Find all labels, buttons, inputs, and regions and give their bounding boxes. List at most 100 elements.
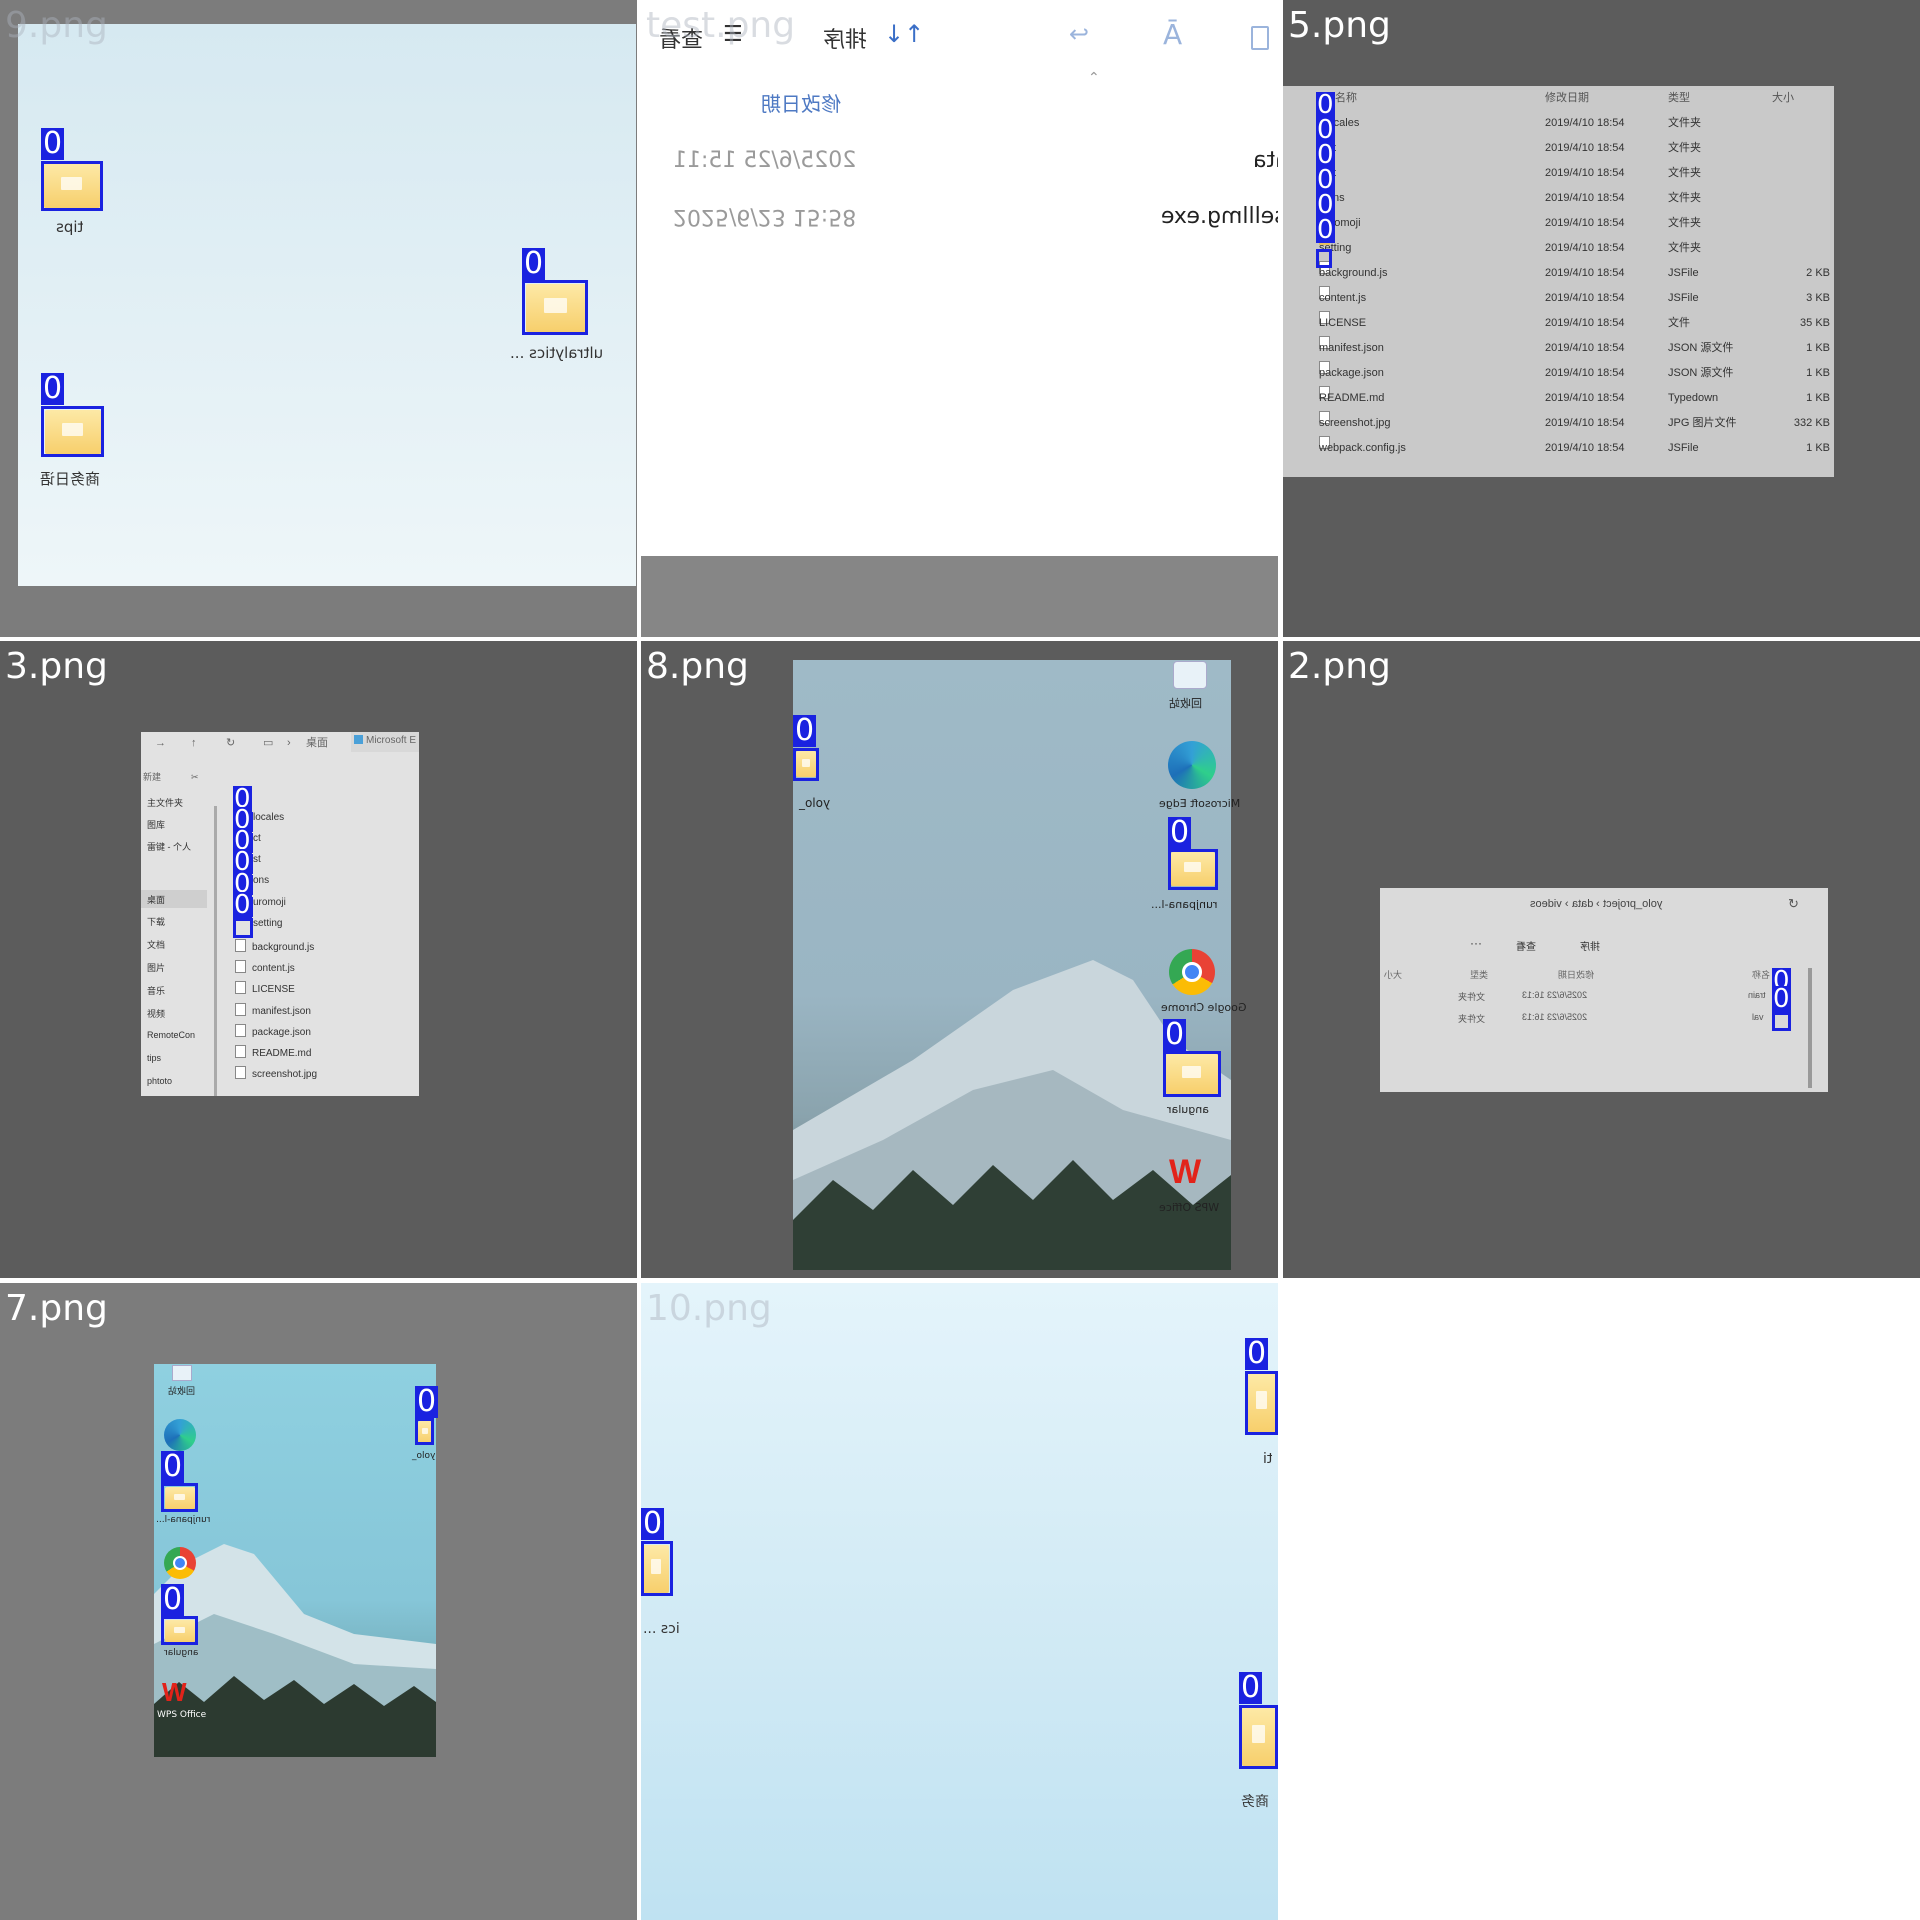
sidebar-item[interactable]: 主文件夹 — [147, 796, 183, 809]
file-size: 332 KB — [1793, 417, 1830, 429]
class-label: 0 — [793, 713, 817, 748]
list-item[interactable]: LICENSE — [235, 981, 295, 995]
chrome-icon[interactable] — [164, 1547, 196, 1579]
sidebar-item[interactable]: 文档 — [147, 938, 165, 951]
column-header-date[interactable]: 修改日期 — [1558, 968, 1594, 981]
file-name: screenshot.jpg — [1319, 417, 1391, 429]
recycle-bin-icon[interactable] — [1173, 661, 1207, 689]
table-row[interactable]: dict2019/4/10 18:54文件夹 — [1283, 136, 1834, 161]
class-label: 0 — [1163, 1017, 1187, 1052]
list-item[interactable]: ons — [253, 875, 269, 886]
table-row[interactable]: package.json 2019/4/10 18:54 JSON 源文件 1 KB — [1283, 361, 1834, 386]
table-row[interactable]: setting 2019/4/10 18:54 文件夹 — [1283, 236, 1834, 261]
detection-box — [1772, 1012, 1791, 1031]
file-type: Typedown — [1668, 392, 1719, 404]
column-header-type[interactable]: 类型 — [1668, 86, 1690, 111]
sidebar-item[interactable]: 音乐 — [147, 984, 165, 997]
sidebar-item[interactable]: 下载 — [147, 915, 165, 928]
table-row[interactable]: _locales 2019/4/10 18:54 文件夹 — [1283, 111, 1834, 136]
chrome-icon[interactable] — [1169, 949, 1215, 995]
list-item[interactable]: setting — [253, 918, 282, 929]
view-button[interactable]: 查看 — [1516, 938, 1536, 953]
table-row[interactable]: content.js 2019/4/10 18:54 JSFile 3 KB — [1283, 286, 1834, 311]
column-header-size[interactable]: 大小 — [1384, 968, 1402, 981]
list-item[interactable]: package.json — [235, 1024, 311, 1038]
column-header-size[interactable]: 大小 — [1772, 86, 1794, 111]
tile-label: test.png — [646, 5, 796, 46]
file-icon — [235, 1045, 246, 1058]
table-row[interactable]: 文件夹 2025/6/23 16:13 train — [1380, 990, 1800, 1008]
list-item[interactable]: st — [253, 854, 261, 865]
file-type: JSFile — [1668, 442, 1699, 454]
refresh-icon[interactable]: ↻ — [1788, 896, 1799, 912]
file-icon — [235, 1024, 246, 1037]
folder-label: yolo_ — [799, 796, 831, 810]
sidebar-item[interactable]: tips — [147, 1053, 161, 1063]
file-name: webpack.config.js — [1319, 442, 1406, 454]
table-row[interactable]: background.js 2019/4/10 18:54 JSFile 2 KB — [1283, 261, 1834, 286]
table-row[interactable]: dist2019/4/10 18:54文件夹 — [1283, 161, 1834, 186]
breadcrumb[interactable]: 桌面 — [306, 732, 328, 754]
column-header-date[interactable]: 修改日期 — [1545, 86, 1589, 111]
file-type: 文件夹 — [1668, 117, 1701, 129]
table-row[interactable]: kuromoji 2019/4/10 18:54 文件夹 — [1283, 211, 1834, 236]
list-item[interactable]: manifest.json — [235, 1003, 311, 1017]
sidebar-item[interactable]: 图库 — [147, 818, 165, 831]
sidebar-item[interactable]: 桌面 — [147, 893, 165, 906]
sidebar-item[interactable]: 雷键 - 个人 — [147, 840, 191, 853]
column-header-name[interactable]: 名称 — [1335, 86, 1357, 111]
list-item[interactable]: ct — [253, 833, 261, 844]
browser-tab[interactable]: Microsoft E — [351, 732, 419, 752]
edge-icon[interactable] — [1168, 741, 1216, 789]
detection-box — [161, 1483, 198, 1512]
wps-icon[interactable]: W — [1169, 1155, 1213, 1189]
file-date: 2019/4/10 18:54 — [1545, 242, 1625, 254]
sidebar-item[interactable]: 图片 — [147, 961, 165, 974]
more-button[interactable]: ··· — [1470, 936, 1482, 950]
list-item[interactable]: background.js — [235, 939, 314, 953]
list-item[interactable]: screenshot.jpg — [235, 1066, 317, 1080]
monitor-icon: ▭ — [263, 737, 274, 749]
cut-icon[interactable]: ✂ — [191, 768, 199, 786]
table-row[interactable]: screenshot.jpg 2019/4/10 18:54 JPG 图片文件 332… — [1283, 411, 1834, 436]
file-size: 1 KB — [1806, 367, 1830, 379]
column-header-date[interactable]: 修改日期 — [761, 88, 841, 117]
desktop-wallpaper — [793, 660, 1231, 1270]
row-name[interactable]: selllmg.exe — [1161, 204, 1278, 229]
share-icon[interactable]: ↩ — [1069, 20, 1089, 48]
column-header-type[interactable]: 类型 — [1470, 968, 1488, 981]
list-item[interactable]: uromoji — [253, 897, 286, 908]
table-row[interactable]: manifest.json 2019/4/10 18:54 JSON 源文件 1 KB — [1283, 336, 1834, 361]
new-button[interactable]: 新建 — [143, 768, 161, 786]
sidebar: 主文件夹 图库 雷键 - 个人 桌面 下载 文档 图片 音乐 视频 Remote… — [141, 792, 209, 1096]
sort-button[interactable]: 排序 — [823, 22, 867, 54]
table-row[interactable]: icons2019/4/10 18:54文件夹 — [1283, 186, 1834, 211]
refresh-icon[interactable]: ↻ — [226, 732, 235, 754]
scrollbar[interactable] — [1808, 968, 1812, 1088]
sort-button[interactable]: 排序 — [1580, 938, 1600, 953]
recycle-bin-icon[interactable] — [172, 1365, 192, 1381]
table-row[interactable]: 文件夹 2025/6/23 16:13 val — [1380, 1012, 1800, 1030]
up-icon[interactable]: ↑ — [191, 732, 197, 754]
table-row[interactable]: LICENSE 2019/4/10 18:54 文件 35 KB — [1283, 311, 1834, 336]
class-label: 0 — [1239, 1670, 1263, 1705]
column-header-name[interactable]: 名称 — [1752, 968, 1770, 981]
list-item[interactable]: content.js — [235, 960, 295, 974]
tile-9: 9.png 0 tips 0 ultralytics ... 0 商务日语 — [0, 0, 637, 637]
edge-icon[interactable] — [164, 1419, 196, 1451]
list-item[interactable]: README.md — [235, 1045, 311, 1059]
forward-icon[interactable]: → — [155, 732, 166, 754]
sidebar-item[interactable]: phtoto — [147, 1076, 172, 1086]
sidebar-item[interactable]: 视频 — [147, 1007, 165, 1020]
table-row[interactable]: webpack.config.js 2019/4/10 18:54 JSFile 1 … — [1283, 436, 1834, 461]
sidebar-item[interactable]: RemoteCon — [147, 1030, 195, 1040]
file-size: 1 KB — [1806, 342, 1830, 354]
table-row[interactable]: README.md 2019/4/10 18:54 Typedown 1 KB — [1283, 386, 1834, 411]
row-name[interactable]: data — [1253, 148, 1278, 173]
rename-icon[interactable]: Ā — [1163, 18, 1182, 51]
copy-icon[interactable] — [1251, 26, 1269, 50]
list-item[interactable]: locales — [253, 812, 284, 823]
wps-icon[interactable]: W — [162, 1679, 196, 1705]
file-name: package.json — [1319, 367, 1384, 379]
tile-label: 8.png — [646, 646, 749, 687]
